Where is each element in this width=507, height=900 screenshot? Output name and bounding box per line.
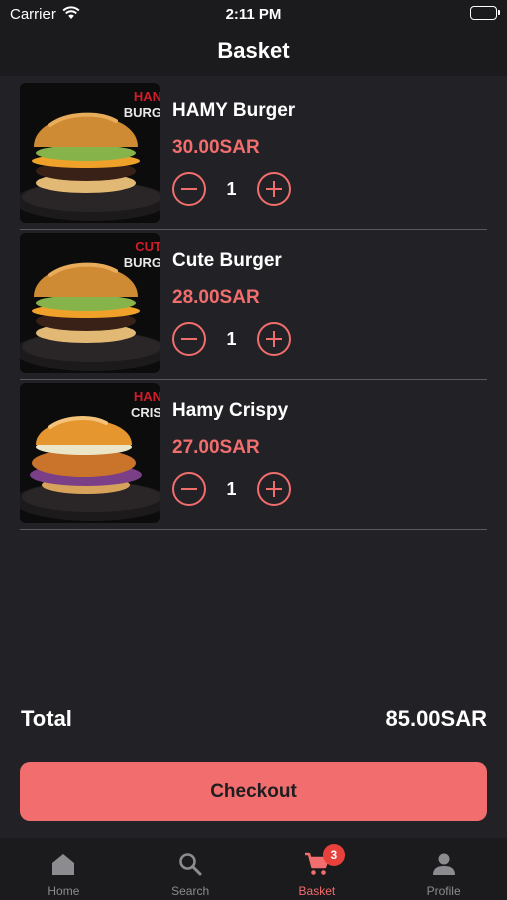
decrease-quantity-button[interactable] [172, 472, 206, 506]
tab-label: Search [171, 884, 210, 898]
svg-text:HAN: HAN [134, 89, 160, 104]
navigation-header: Basket [0, 30, 507, 76]
tab-home[interactable]: Home [0, 838, 127, 900]
decrease-quantity-button[interactable] [172, 172, 206, 206]
status-bar: Carrier 2:11 PM [0, 0, 507, 30]
svg-text:CRIS: CRIS [131, 405, 160, 420]
svg-text:CUT: CUT [135, 239, 160, 254]
quantity-stepper: 1 [172, 322, 291, 356]
search-icon [179, 853, 202, 876]
tab-bar: Home Search 3 Basket Profile [0, 838, 507, 900]
page-title: Basket [217, 38, 290, 63]
tab-label: Home [47, 884, 80, 898]
basket-list: HAN BURG HAMY Burger 30.00SAR 1 CUT BURG C… [20, 80, 487, 530]
burger-image: HAN CRIS [20, 383, 160, 523]
item-name: Cute Burger [172, 250, 282, 271]
svg-text:HAN: HAN [134, 389, 160, 404]
tab-search[interactable]: Search [127, 838, 254, 900]
cart-count-badge: 3 [322, 844, 345, 866]
quantity-value: 1 [226, 478, 237, 499]
quantity-value: 1 [226, 328, 237, 349]
increase-quantity-button[interactable] [257, 472, 291, 506]
tab-profile[interactable]: Profile [380, 838, 507, 900]
basket-item: HAN BURG HAMY Burger 30.00SAR 1 [20, 80, 487, 230]
clock: 2:11 PM [225, 6, 282, 23]
basket-screen: Carrier 2:11 PM Basket HAN BURG HAMY Burg… [0, 0, 507, 900]
item-name: Hamy Crispy [172, 400, 289, 421]
tab-basket[interactable]: 3 Basket [254, 838, 381, 900]
item-price: 30.00SAR [172, 137, 260, 158]
checkout-button[interactable]: Checkout [20, 762, 487, 821]
basket-item: HAN CRIS Hamy Crispy 27.00SAR 1 [20, 380, 487, 530]
item-price: 28.00SAR [172, 287, 260, 308]
decrease-quantity-button[interactable] [172, 322, 206, 356]
battery-icon [470, 6, 500, 20]
quantity-stepper: 1 [172, 472, 291, 506]
tab-label: Profile [426, 884, 461, 898]
total-value: 85.00SAR [385, 706, 487, 731]
svg-text:BURG: BURG [124, 105, 160, 120]
quantity-value: 1 [226, 178, 237, 199]
increase-quantity-button[interactable] [257, 172, 291, 206]
home-icon [52, 854, 75, 875]
basket-item: CUT BURG Cute Burger 28.00SAR 1 [20, 230, 487, 380]
increase-quantity-button[interactable] [257, 322, 291, 356]
quantity-stepper: 1 [172, 172, 291, 206]
burger-image: HAN BURG [20, 83, 160, 223]
item-price: 27.00SAR [172, 437, 260, 458]
person-icon [432, 853, 455, 875]
item-name: HAMY Burger [172, 100, 296, 121]
svg-text:BURG: BURG [124, 255, 160, 270]
burger-image: CUT BURG [20, 233, 160, 373]
tab-label: Basket [298, 884, 336, 898]
total-label: Total [21, 706, 72, 731]
